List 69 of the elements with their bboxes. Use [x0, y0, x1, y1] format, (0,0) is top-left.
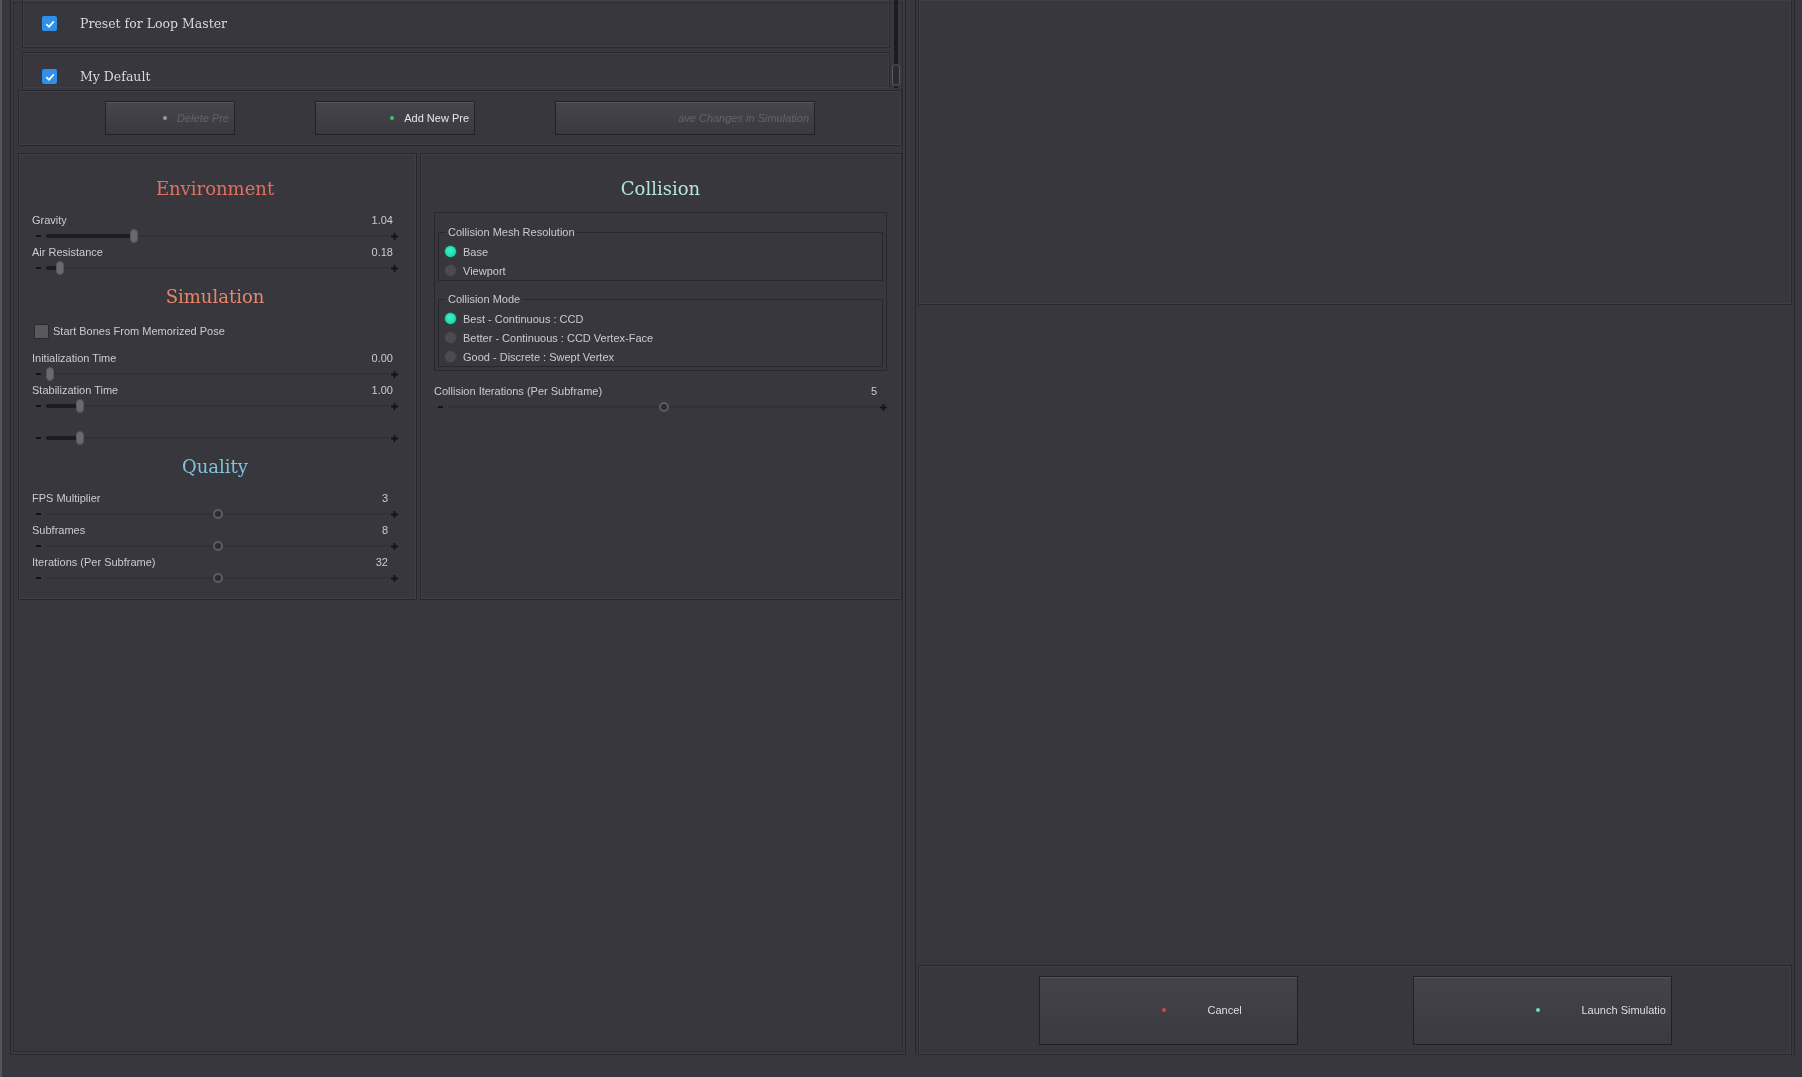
slider-label: FPS Multiplier	[32, 491, 101, 506]
slider-value: 0.18	[371, 245, 393, 260]
section-title: Quality	[182, 455, 248, 479]
slider-value: 8	[381, 523, 388, 538]
action-button[interactable]: Cancel	[1038, 975, 1298, 1045]
slider-label: Stabilization Time	[32, 383, 119, 398]
minus-icon[interactable]	[438, 406, 443, 408]
preset-name: Preset for Loop Master	[80, 16, 228, 31]
checkbox[interactable]	[42, 69, 57, 84]
preset-row[interactable]: My Default	[22, 52, 890, 88]
slider-label: Subframes	[32, 523, 86, 538]
checkbox[interactable]	[42, 16, 57, 31]
slider-label: Iterations (Per Subframe)	[32, 555, 156, 570]
plus-icon[interactable]	[391, 574, 398, 582]
slider-label: Collision Iterations (Per Subframe)	[434, 384, 603, 399]
slider-label: Initialization Time	[32, 351, 117, 366]
preset-button[interactable]: Add New Pre	[315, 101, 475, 135]
slider-handle[interactable]	[130, 229, 138, 243]
slider-value: 0.00	[371, 351, 393, 366]
radio-label[interactable]: Best - Continuous : CCD	[463, 312, 584, 325]
checkbox-label[interactable]: Start Bones From Memorized Pose	[53, 325, 225, 337]
plus-icon[interactable]	[880, 403, 887, 411]
checkbox[interactable]	[34, 323, 49, 339]
slider-handle[interactable]	[76, 399, 85, 413]
slider-value: 32	[375, 555, 388, 570]
slider-value: 3	[381, 491, 388, 506]
scrollbar-thumb[interactable]	[892, 64, 900, 86]
group-legend: Collision Mesh Resolution	[446, 226, 577, 238]
radio-label[interactable]: Better - Continuous : CCD Vertex-Face	[463, 331, 654, 344]
plus-icon[interactable]	[391, 402, 398, 410]
slider-label: Gravity	[32, 213, 67, 228]
minus-icon[interactable]	[36, 405, 41, 407]
radio-button[interactable]	[444, 245, 457, 258]
action-button[interactable]: Launch Simulatio	[1412, 975, 1672, 1045]
radio-button[interactable]	[444, 312, 457, 325]
minus-icon[interactable]	[36, 545, 41, 547]
slider-label: Air Resistance	[32, 245, 103, 260]
minus-icon[interactable]	[36, 267, 41, 269]
minus-icon[interactable]	[36, 373, 41, 375]
slider-handle[interactable]	[213, 541, 223, 551]
slider-value: 1.00	[371, 383, 393, 398]
slider-handle[interactable]	[46, 367, 54, 381]
slider-handle[interactable]	[213, 573, 223, 583]
plus-icon[interactable]	[391, 370, 398, 378]
section-title: Simulation	[165, 285, 265, 309]
plus-icon[interactable]	[391, 434, 398, 442]
radio-label[interactable]: Base	[463, 245, 489, 258]
slider-handle[interactable]	[658, 402, 669, 412]
radio-label[interactable]: Viewport	[463, 264, 506, 277]
plus-icon[interactable]	[391, 542, 398, 550]
scrollbar[interactable]	[890, 0, 902, 88]
slider-value: 5	[870, 384, 877, 399]
preset-row[interactable]: Preset for Loop Master	[22, 0, 890, 48]
preset-name: My Default	[80, 69, 151, 84]
minus-icon[interactable]	[36, 513, 41, 515]
slider-handle[interactable]	[56, 261, 65, 275]
slider-value: 1.04	[371, 213, 393, 228]
minus-icon[interactable]	[36, 235, 41, 237]
section-title: Environment	[155, 177, 275, 201]
group-legend: Collision Mode	[446, 293, 523, 305]
minus-icon[interactable]	[36, 577, 41, 579]
plus-icon[interactable]	[391, 510, 398, 518]
slider-handle[interactable]	[76, 431, 85, 445]
minus-icon[interactable]	[36, 437, 41, 439]
plus-icon[interactable]	[391, 264, 398, 272]
plus-icon[interactable]	[391, 232, 398, 240]
radio-label[interactable]: Good - Discrete : Swept Vertex	[463, 350, 614, 363]
section-title: Collision	[620, 177, 701, 201]
slider-handle[interactable]	[213, 509, 223, 519]
